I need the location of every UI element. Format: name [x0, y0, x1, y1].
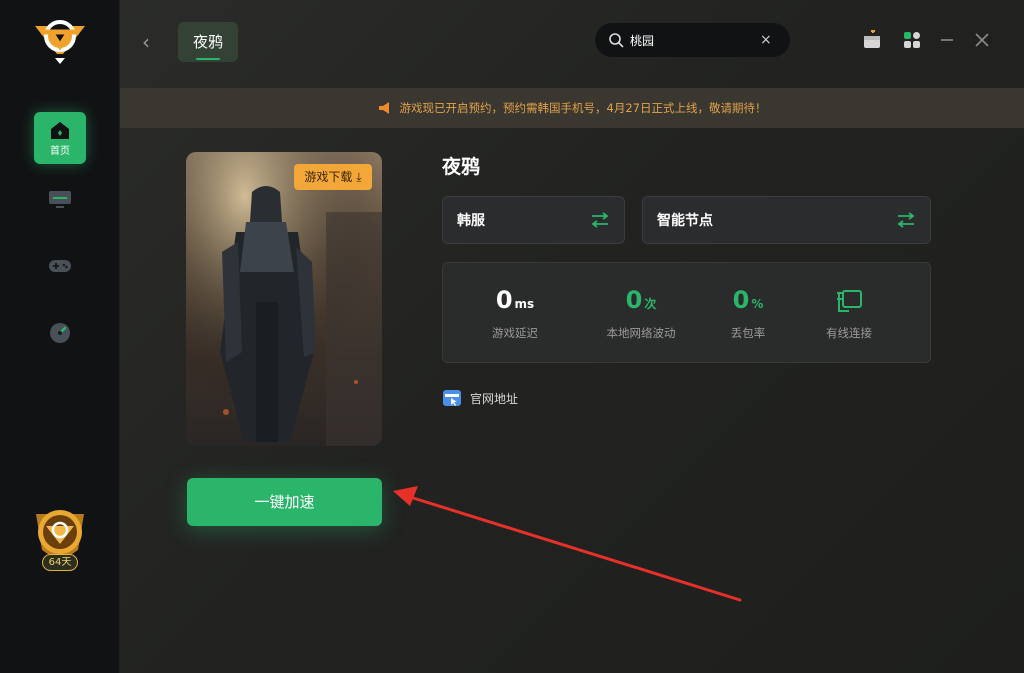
search-box[interactable]: × [595, 23, 790, 57]
game-cover-image: 游戏下载 ⤓ [186, 152, 382, 446]
node-selector[interactable]: 智能节点 [642, 196, 931, 244]
connection-caption: 有线连接 [826, 326, 872, 340]
search-input[interactable] [630, 33, 750, 47]
stat-jitter: 0次 本地网络波动 [601, 283, 681, 341]
website-label: 官网地址 [470, 391, 519, 406]
stat-connection: 有线连接 [819, 283, 879, 341]
knight-artwork [186, 152, 382, 446]
download-label: 游戏下载 [304, 170, 353, 184]
notice-text: 游戏现已开启预约，预约需韩国手机号，4月27日正式上线，敬请期待！ [399, 101, 767, 115]
sidebar-item-home[interactable]: 首页 [34, 112, 86, 164]
website-icon [443, 390, 461, 406]
monitor-icon [49, 191, 71, 208]
megaphone-icon [378, 102, 389, 114]
node-label: 智能节点 [657, 213, 713, 229]
home-icon [51, 121, 69, 139]
loss-caption: 丢包率 [730, 326, 766, 340]
speedometer-icon [50, 323, 70, 343]
download-icon: ⤓ [356, 170, 362, 184]
apps-grid-icon[interactable] [902, 30, 922, 50]
clear-search-button[interactable]: × [760, 32, 772, 48]
network-stats-panel: 0 ms 游戏延迟 0次 本地网络波动 0% 丢包率 有线连接 [442, 262, 931, 363]
sidebar-item-speedtest[interactable] [34, 307, 86, 359]
stat-latency: 0 ms 游戏延迟 [485, 283, 545, 341]
sidebar-item-monitor[interactable] [34, 173, 86, 225]
loss-unit: % [751, 297, 764, 311]
app-logo-icon[interactable] [33, 14, 87, 66]
region-label: 韩服 [457, 213, 485, 229]
search-icon [609, 33, 624, 48]
one-click-accelerate-button[interactable]: 一键加速 [187, 478, 382, 526]
jitter-unit: 次 [644, 297, 657, 311]
top-bar: ‹ 夜鸦 × [120, 0, 1024, 88]
back-button[interactable]: ‹ [142, 30, 162, 54]
notice-banner: 游戏现已开启预约，预约需韩国手机号，4月27日正式上线，敬请期待！ [120, 88, 1024, 128]
jitter-value: 0 [625, 286, 643, 314]
latency-caption: 游戏延迟 [492, 326, 538, 340]
sidebar-item-label: 首页 [50, 145, 70, 157]
gamepad-icon [49, 260, 71, 272]
game-title: 夜鸦 [442, 156, 481, 178]
minimize-icon[interactable] [937, 30, 957, 50]
wired-connection-icon [837, 290, 862, 312]
switch-icon [897, 212, 915, 228]
stat-packet-loss: 0% 丢包率 [723, 283, 773, 341]
close-icon[interactable] [972, 30, 992, 50]
jitter-caption: 本地网络波动 [606, 326, 676, 340]
game-download-button[interactable]: 游戏下载 ⤓ [294, 164, 372, 190]
official-website-link[interactable]: 官网地址 [442, 388, 518, 408]
membership-days-badge: 64天 [42, 554, 78, 571]
region-selector[interactable]: 韩服 [442, 196, 625, 244]
loss-value: 0 [732, 286, 750, 314]
switch-icon [591, 212, 609, 228]
sidebar-item-games[interactable] [34, 240, 86, 292]
sidebar: 首页 64天 [0, 0, 120, 673]
gift-plus-icon[interactable] [862, 30, 882, 50]
latency-unit: ms [514, 297, 535, 311]
tab-current-game[interactable]: 夜鸦 [178, 22, 238, 62]
latency-value: 0 [495, 286, 513, 314]
main-panel: ‹ 夜鸦 × [120, 0, 1024, 673]
